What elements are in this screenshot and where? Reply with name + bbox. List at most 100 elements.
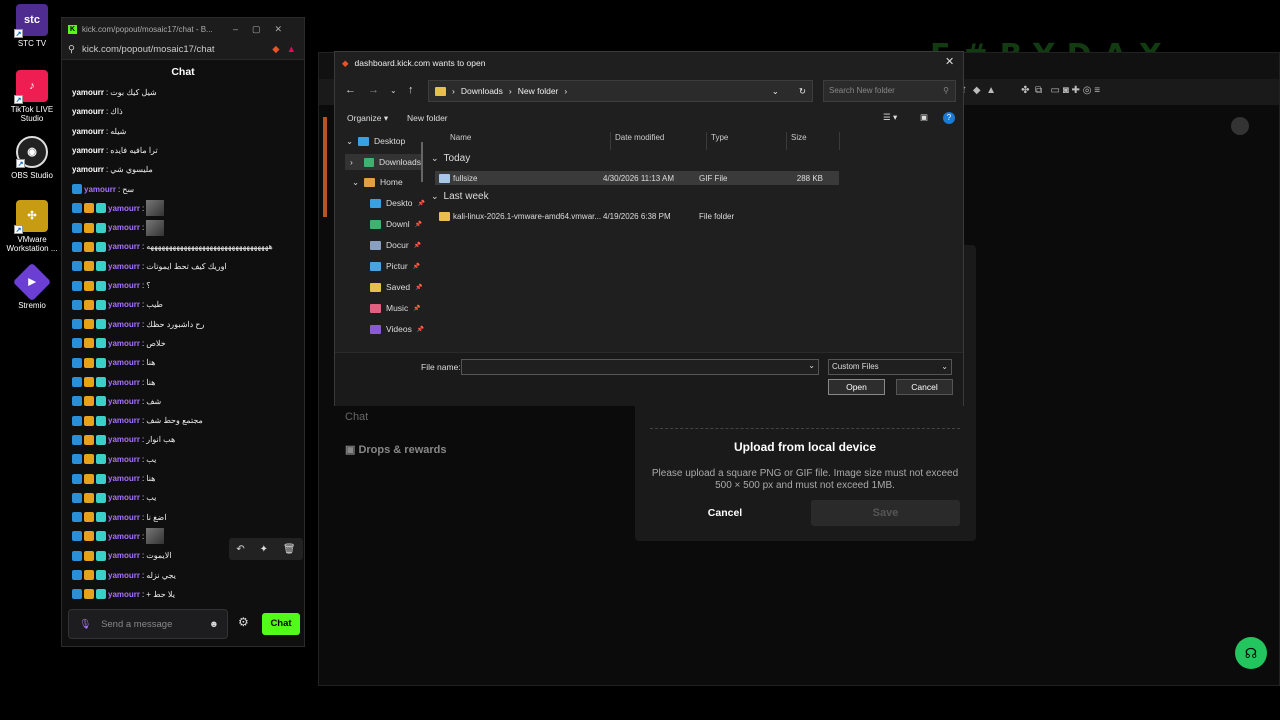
chat-username[interactable]: yamourr — [108, 474, 140, 483]
nav-item[interactable]: Music 📌 — [370, 303, 421, 313]
nav-item[interactable]: Pictur 📌 — [370, 261, 420, 271]
chat-username[interactable]: yamourr — [108, 590, 140, 599]
chevron-right-icon[interactable]: › — [350, 157, 353, 167]
chat-username[interactable]: yamourr — [108, 378, 140, 387]
chat-message[interactable]: yamourr: اضغ نا — [72, 509, 166, 526]
chat-username[interactable]: yamourr — [72, 88, 104, 97]
upload-save-button[interactable]: Save — [811, 500, 960, 526]
support-headset-icon[interactable]: ☊ — [1235, 637, 1267, 669]
chevron-down-icon[interactable]: ⌄ — [808, 361, 815, 370]
chat-username[interactable]: yamourr — [108, 493, 140, 502]
chat-username[interactable]: yamourr — [108, 358, 140, 367]
gear-icon[interactable]: ⚙ — [238, 615, 249, 629]
nav-item[interactable]: Docur 📌 — [370, 240, 421, 250]
chat-username[interactable]: yamourr — [108, 204, 140, 213]
address-bar[interactable]: › Downloads › New folder › ⌄ ↻ — [428, 80, 813, 102]
chat-message[interactable]: yamourr: خلاص — [72, 335, 166, 352]
chat-message[interactable]: yamourr: يب — [72, 489, 156, 506]
desktop-icon-vmware[interactable]: ✣ ↗ VMware Workstation ... — [4, 200, 60, 253]
chat-username[interactable]: yamourr — [72, 107, 104, 116]
column-size[interactable]: Size — [791, 133, 807, 142]
chat-message[interactable]: yamourr: يجي نزله — [72, 567, 176, 584]
help-icon[interactable]: ? — [943, 112, 955, 124]
window-controls[interactable]: –▢✕ — [233, 24, 296, 35]
chat-username[interactable]: yamourr — [72, 127, 104, 136]
upload-dropzone[interactable] — [650, 413, 960, 429]
chat-message[interactable]: yamourr: هنا — [72, 374, 155, 391]
open-button[interactable]: Open — [828, 379, 885, 395]
chat-username[interactable]: yamourr — [108, 397, 140, 406]
nav-item[interactable]: ⌄ Home — [352, 177, 403, 188]
chat-message[interactable]: yamourr: يب — [72, 451, 156, 468]
chat-username[interactable]: yamourr — [108, 281, 140, 290]
chat-message[interactable]: yamourr: ترا مافيه فايده — [72, 142, 158, 159]
column-type[interactable]: Type — [711, 133, 728, 142]
chat-message[interactable]: yamourr: — [72, 528, 165, 545]
desktop-icon-obs-studio[interactable]: ◉ ↗ OBS Studio — [4, 136, 60, 180]
desktop-icon-stc-tv[interactable]: stc ↗ STC TV — [4, 4, 60, 48]
chat-message[interactable]: yamourr: ذاك — [72, 103, 123, 120]
chat-url-text[interactable]: kick.com/popout/mosaic17/chat — [82, 44, 215, 55]
chat-message[interactable]: yamourr: رح داشبورد حظك — [72, 316, 204, 333]
nav-item[interactable]: Videos 📌 — [370, 324, 424, 334]
chat-username[interactable]: yamourr — [108, 300, 140, 309]
chat-message[interactable]: yamourr: طيب — [72, 296, 163, 313]
microphone-icon[interactable]: 🎙 — [79, 619, 91, 630]
chevron-down-icon[interactable]: ⌄ — [390, 86, 397, 95]
file-group-header[interactable]: ⌄ Today — [431, 153, 470, 164]
chevron-down-icon[interactable]: ⌄ — [772, 86, 779, 97]
chat-username[interactable]: yamourr — [108, 513, 140, 522]
pin-icon[interactable]: 📌 — [417, 200, 424, 207]
file-group-header[interactable]: ⌄ Last week — [431, 191, 489, 202]
cancel-button[interactable]: Cancel — [896, 379, 953, 395]
chat-message[interactable]: yamourr: شف — [72, 393, 161, 410]
desktop-icon-tiktok-live-studio[interactable]: ♪ ↗ TikTok LIVE Studio — [4, 70, 60, 123]
chat-username[interactable]: yamourr — [84, 185, 116, 194]
chat-message[interactable]: yamourr: — [72, 219, 165, 236]
chat-send-button[interactable]: Chat — [262, 613, 300, 635]
chat-username[interactable]: yamourr — [108, 262, 140, 271]
chat-message[interactable]: yamourr: اوريك كيف تحط ايموتات — [72, 258, 227, 275]
chat-message[interactable]: yamourr: هنا — [72, 470, 155, 487]
chat-message[interactable]: yamourr: مجتمع وحط شف — [72, 412, 203, 429]
chat-username[interactable]: yamourr — [108, 416, 140, 425]
nav-item[interactable]: › Downloads — [345, 154, 421, 170]
chat-username[interactable]: yamourr — [108, 435, 140, 444]
chat-message[interactable]: yamourr: ؟ — [72, 277, 151, 294]
breadcrumb-new-folder[interactable]: New folder — [518, 86, 559, 96]
chat-message[interactable]: yamourr: شيله — [72, 123, 126, 140]
brave-shield-icon[interactable]: ◆ — [272, 44, 279, 55]
pin-icon[interactable]: 📌 — [413, 263, 420, 270]
file-row[interactable]: kali-linux-2026.1-vmware-amd64.vmwar... 4… — [435, 209, 839, 223]
new-folder-button[interactable]: New folder — [407, 113, 448, 123]
chat-username[interactable]: yamourr — [108, 551, 140, 560]
filetype-select[interactable]: Custom Files ⌄ — [828, 359, 952, 375]
chat-username[interactable]: yamourr — [108, 320, 140, 329]
pin-icon[interactable]: 📌 — [417, 326, 424, 333]
chat-username[interactable]: yamourr — [72, 146, 104, 155]
chat-username[interactable]: yamourr — [108, 571, 140, 580]
nav-item[interactable]: ⌄ Desktop — [346, 136, 405, 147]
refresh-icon[interactable]: ↻ — [799, 86, 806, 97]
chat-input[interactable]: 🎙 Send a message ☻ — [68, 609, 228, 639]
upload-cancel-button[interactable]: Cancel — [690, 502, 760, 524]
breadcrumb-downloads[interactable]: Downloads — [461, 86, 503, 96]
chat-message[interactable]: yamourr: هنا — [72, 354, 155, 371]
chat-username[interactable]: yamourr — [108, 339, 140, 348]
chat-username[interactable]: yamourr — [108, 532, 140, 541]
chat-message[interactable]: yamourr: الايموت — [72, 547, 172, 564]
chat-urlbar[interactable]: ⚲ kick.com/popout/mosaic17/chat ◆ ▲ — [62, 40, 304, 60]
pin-icon[interactable]: 📌 — [415, 221, 422, 228]
forward-icon[interactable]: → — [368, 84, 379, 96]
close-icon[interactable]: ✕ — [945, 55, 954, 68]
chevron-down-icon[interactable]: ⌄ — [352, 177, 359, 188]
pin-icon[interactable]: 📌 — [415, 284, 422, 291]
chat-username[interactable]: yamourr — [108, 455, 140, 464]
chat-message[interactable]: yamourr: هههههههههههههههههههههههههههههههه… — [72, 238, 273, 255]
avatar[interactable] — [1231, 117, 1249, 135]
chat-message[interactable]: yamourr: هب انوار — [72, 431, 175, 448]
undo-icon[interactable]: ↶ — [236, 544, 244, 555]
browser-toolbar-icons[interactable]: ⇪ ◆ ▲ ✤ ⧉ ▭ ◙ ✚ ◎ ≡ — [959, 85, 1100, 96]
emoji-icon[interactable]: ☻ — [209, 619, 219, 630]
file-row[interactable]: fullsize 4/30/2026 11:13 AM GIF File 288 KB — [435, 171, 839, 185]
